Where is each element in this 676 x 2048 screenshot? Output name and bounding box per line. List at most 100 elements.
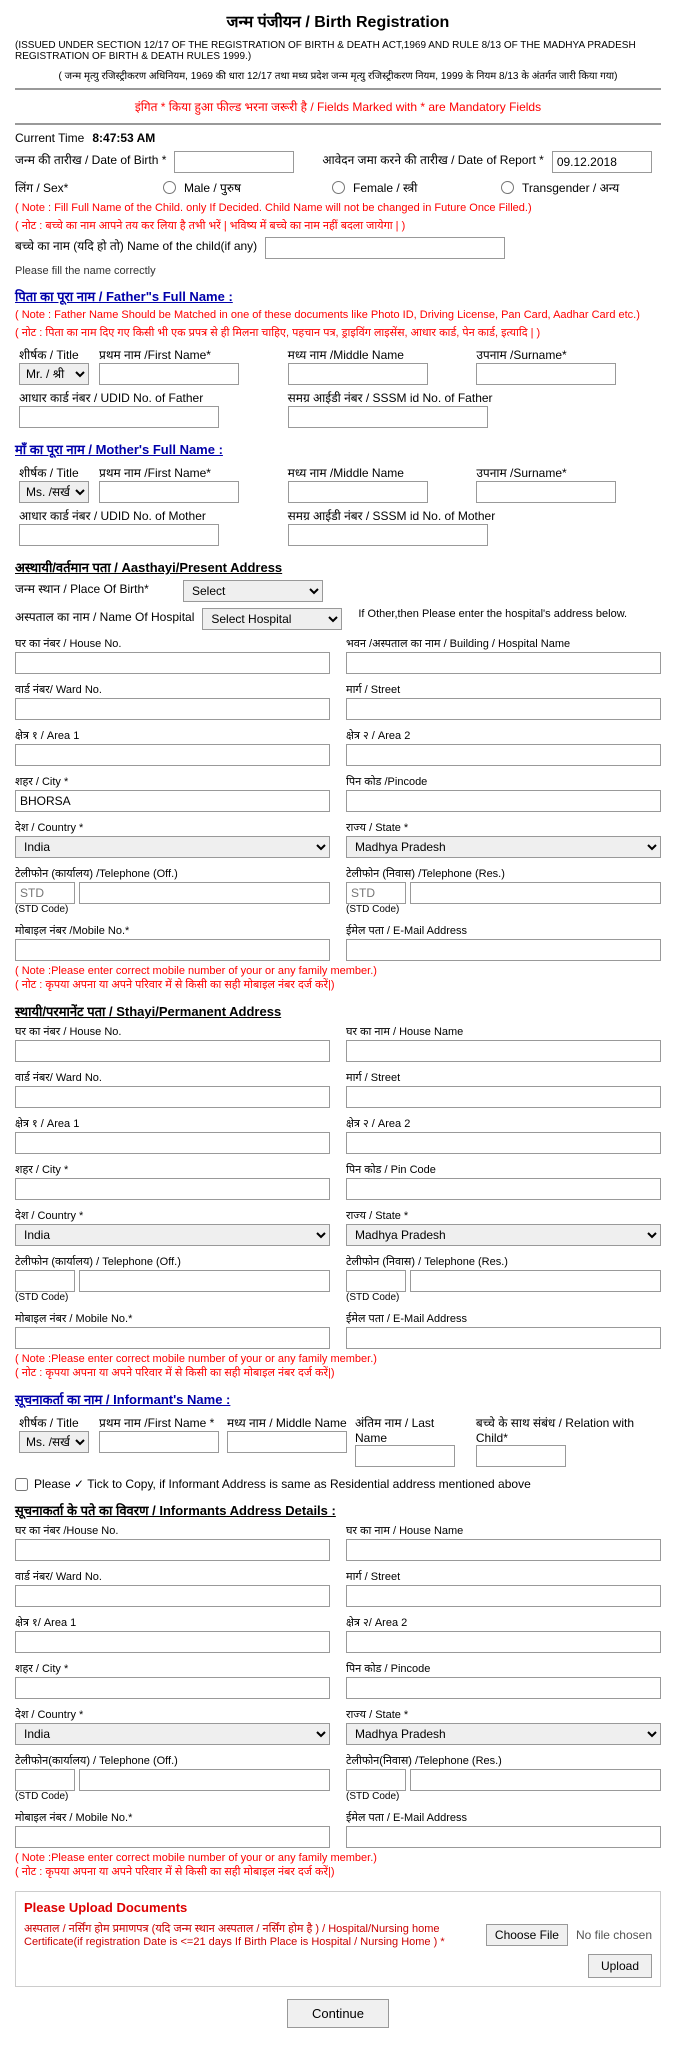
inf-street-input[interactable] [346, 1585, 661, 1607]
perm-house-name-input[interactable] [346, 1040, 661, 1062]
hospital-name-row: अस्पताल का नाम / Name Of Hospital Select… [15, 608, 661, 630]
inf-ward-input[interactable] [15, 1585, 330, 1607]
ward-no-fg: वार्ड नंबर/ Ward No. [15, 682, 330, 720]
tel-off-std-input[interactable] [15, 882, 75, 904]
street-label: मार्ग / Street [346, 682, 661, 697]
perm-ward-fg: वार्ड नंबर/ Ward No. [15, 1070, 330, 1108]
perm-state-label: राज्य / State * [346, 1208, 661, 1223]
mother-salutation-label: शीर्षक / Title [19, 466, 79, 480]
mobile-input[interactable] [15, 939, 330, 961]
informant-middle-name-label: मध्य नाम / Middle Name [227, 1416, 347, 1430]
sex-male-radio[interactable] [163, 181, 176, 194]
perm-area2-input[interactable] [346, 1132, 661, 1154]
area1-input[interactable] [15, 744, 330, 766]
inf-email-input[interactable] [346, 1826, 661, 1848]
house-no-input[interactable] [15, 652, 330, 674]
tel-res-std-input[interactable] [346, 882, 406, 904]
city-input[interactable] [15, 790, 330, 812]
mother-sssm-input[interactable] [288, 524, 488, 546]
state-fg: राज्य / State * Madhya Pradesh [346, 820, 661, 858]
tick-copy-checkbox[interactable] [15, 1478, 28, 1491]
perm-area1-input[interactable] [15, 1132, 330, 1154]
inf-pincode-input[interactable] [346, 1677, 661, 1699]
inf-area2-input[interactable] [346, 1631, 661, 1653]
inf-state-select[interactable]: Madhya Pradesh [346, 1723, 661, 1745]
inf-house-no-input[interactable] [15, 1539, 330, 1561]
perm-std-label: (STD Code) [15, 1292, 330, 1303]
informant-relation-input[interactable] [476, 1445, 566, 1467]
perm-house-no-input[interactable] [15, 1040, 330, 1062]
father-aadhar-input[interactable] [19, 406, 219, 428]
inf-city-input[interactable] [15, 1677, 330, 1699]
mother-title-select[interactable]: Ms. /सखी [19, 481, 89, 503]
perm-tel-off-std-input[interactable] [15, 1270, 75, 1292]
inf-mobile-input[interactable] [15, 1826, 330, 1848]
perm-area2-label: क्षेत्र २ / Area 2 [346, 1116, 661, 1131]
father-sssm-input[interactable] [288, 406, 488, 428]
place-of-birth-select[interactable]: Select Hospital Home Other [183, 580, 323, 602]
father-title-select[interactable]: Mr. / श्री [19, 363, 89, 385]
father-surname-label: उपनाम /Surname* [476, 348, 566, 362]
mother-aadhar-input[interactable] [19, 524, 219, 546]
upload-button[interactable]: Upload [588, 1954, 652, 1978]
choose-file-button[interactable]: Choose File [486, 1924, 568, 1946]
area2-input[interactable] [346, 744, 661, 766]
mother-first-name-input[interactable] [99, 481, 239, 503]
report-date-input[interactable] [552, 151, 652, 173]
informant-middle-name-input[interactable] [227, 1431, 347, 1453]
perm-pincode-input[interactable] [346, 1178, 661, 1200]
inf-tel-off-std-input[interactable] [15, 1769, 75, 1791]
mother-middle-name-input[interactable] [288, 481, 428, 503]
mother-surname-input[interactable] [476, 481, 616, 503]
state-select[interactable]: Madhya Pradesh [346, 836, 661, 858]
mother-middle-name-label: मध्य नाम /Middle Name [288, 466, 404, 480]
perm-city-fg: शहर / City * [15, 1162, 330, 1200]
perm-email-input[interactable] [346, 1327, 661, 1349]
informant-first-name-input[interactable] [99, 1431, 219, 1453]
dob-input[interactable] [174, 151, 294, 173]
inf-mobile-fg: मोबाइल नंबर / Mobile No.* [15, 1810, 330, 1848]
inf-area1-fg: क्षेत्र १/ Area 1 [15, 1615, 330, 1653]
ward-no-input[interactable] [15, 698, 330, 720]
perm-mobile-input[interactable] [15, 1327, 330, 1349]
hospital-select[interactable]: Select Hospital [202, 608, 342, 630]
street-input[interactable] [346, 698, 661, 720]
perm-tel-res-input[interactable] [410, 1270, 661, 1292]
inf-street-label: मार्ग / Street [346, 1569, 661, 1584]
perm-ward-input[interactable] [15, 1086, 330, 1108]
perm-tel-res-std-input[interactable] [346, 1270, 406, 1292]
perm-state-select[interactable]: Madhya Pradesh [346, 1224, 661, 1246]
building-input[interactable] [346, 652, 661, 674]
inf-tel-res-std-input[interactable] [346, 1769, 406, 1791]
father-surname-input[interactable] [476, 363, 616, 385]
sex-transgender-radio[interactable] [501, 181, 514, 194]
street-fg: मार्ग / Street [346, 682, 661, 720]
inf-house-no-label: घर का नंबर /House No. [15, 1523, 330, 1538]
continue-button[interactable]: Continue [287, 1999, 389, 2028]
inf-tel-res-input[interactable] [410, 1769, 661, 1791]
perm-country-fg: देश / Country * India [15, 1208, 330, 1246]
perm-country-select[interactable]: India [15, 1224, 330, 1246]
inf-area1-input[interactable] [15, 1631, 330, 1653]
perm-city-input[interactable] [15, 1178, 330, 1200]
tel-res-input[interactable] [410, 882, 661, 904]
email-input[interactable] [346, 939, 661, 961]
country-select[interactable]: India [15, 836, 330, 858]
pincode-input[interactable] [346, 790, 661, 812]
perm-street-input[interactable] [346, 1086, 661, 1108]
inf-tel-off-input[interactable] [79, 1769, 330, 1791]
sex-female-radio[interactable] [332, 181, 345, 194]
informant-title-select[interactable]: Ms. /सखी [19, 1431, 89, 1453]
tel-off-input[interactable] [79, 882, 330, 904]
inf-country-select[interactable]: India [15, 1723, 330, 1745]
father-middle-name-input[interactable] [288, 363, 428, 385]
informant-last-name-input[interactable] [355, 1445, 455, 1467]
child-name-input[interactable] [265, 237, 505, 259]
perm-tel-off-input[interactable] [79, 1270, 330, 1292]
present-address-title: अस्थायी/वर्तमान पता / Aasthayi/Present A… [15, 558, 661, 576]
inf-house-name-input[interactable] [346, 1539, 661, 1561]
inf-email-label: ईमेल पता / E-Mail Address [346, 1810, 661, 1825]
std-code-label: (STD Code) [15, 904, 330, 915]
father-first-name-input[interactable] [99, 363, 239, 385]
no-file-text: No file chosen [576, 1928, 652, 1942]
